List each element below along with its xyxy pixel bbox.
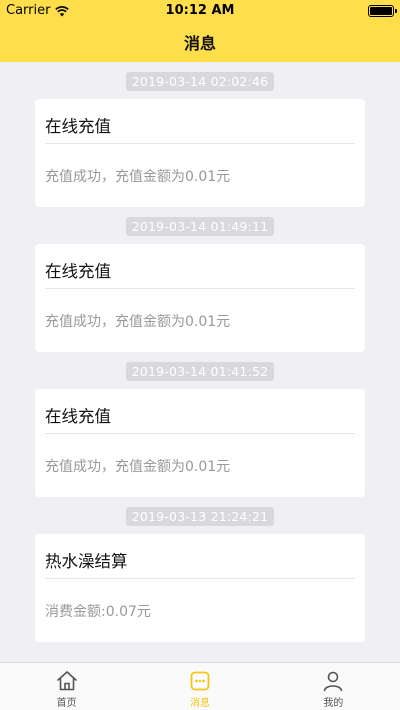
message-timestamp: 2019-03-14 01:49:11 xyxy=(125,217,275,236)
message-timestamp: 2019-03-14 02:02:46 xyxy=(125,72,275,91)
user-icon xyxy=(324,671,343,692)
message-body: 充值成功，充值金额为0.01元 xyxy=(45,314,231,330)
message-title: 在线充值 xyxy=(45,117,111,136)
message-list[interactable]: 2019-03-14 02:02:46 在线充值 充值成功，充值金额为0.01元… xyxy=(0,62,400,662)
message-item: 2019-03-13 21:24:21 热水澡结算 消费金额:0.07元 xyxy=(0,507,400,642)
card-divider xyxy=(45,433,355,434)
tab-home-label: 首页 xyxy=(56,698,77,709)
message-timestamp: 2019-03-13 21:24:21 xyxy=(125,507,275,526)
message-title: 在线充值 xyxy=(45,407,111,426)
message-body: 消费金额:0.07元 xyxy=(45,604,151,620)
tab-profile[interactable]: 我的 xyxy=(267,663,400,710)
message-timestamp: 2019-03-14 01:41:52 xyxy=(125,362,275,381)
card-divider xyxy=(45,578,355,579)
tab-messages-label: 消息 xyxy=(189,698,210,709)
message-item: 2019-03-14 01:49:11 在线充值 充值成功，充值金额为0.01元 xyxy=(0,217,400,352)
app-header: Carrier 10:12 AM 消息 xyxy=(0,0,400,62)
card-divider xyxy=(45,288,355,289)
message-title: 热水澡结算 xyxy=(45,552,128,571)
status-time: 10:12 AM xyxy=(165,3,235,18)
page-title: 消息 xyxy=(183,34,216,53)
battery-icon xyxy=(368,5,397,17)
tab-profile-label: 我的 xyxy=(323,698,344,709)
message-body: 充值成功，充值金额为0.01元 xyxy=(45,169,231,185)
tab-bar: 首页 消息 我的 xyxy=(0,662,400,710)
tab-home[interactable]: 首页 xyxy=(0,663,133,710)
message-card[interactable]: 在线充值 充值成功，充值金额为0.01元 xyxy=(35,244,365,352)
tab-messages[interactable]: 消息 xyxy=(133,663,266,710)
message-item: 2019-03-14 02:02:46 在线充值 充值成功，充值金额为0.01元 xyxy=(0,72,400,207)
status-bar: Carrier 10:12 AM xyxy=(0,0,400,22)
message-card[interactable]: 热水澡结算 消费金额:0.07元 xyxy=(35,534,365,642)
message-icon xyxy=(190,671,210,691)
card-divider xyxy=(45,143,355,144)
home-icon xyxy=(56,671,77,691)
message-title: 在线充值 xyxy=(45,262,111,281)
message-item: 2019-03-14 01:41:52 在线充值 充值成功，充值金额为0.01元 xyxy=(0,362,400,497)
message-card[interactable]: 在线充值 充值成功，充值金额为0.01元 xyxy=(35,99,365,207)
message-body: 充值成功，充值金额为0.01元 xyxy=(45,459,231,475)
message-card[interactable]: 在线充值 充值成功，充值金额为0.01元 xyxy=(35,389,365,497)
